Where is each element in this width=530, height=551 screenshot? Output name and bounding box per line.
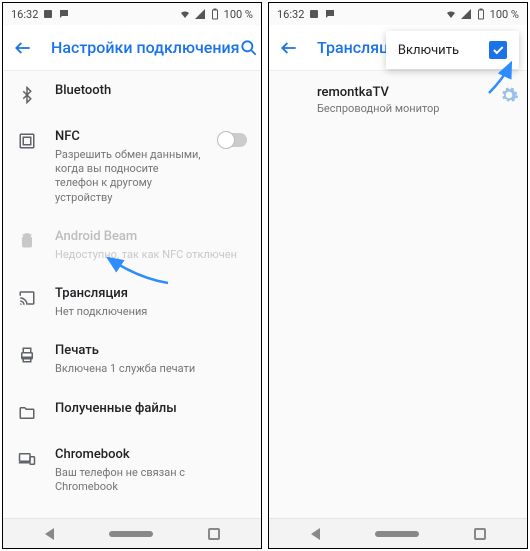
- cast-device-row[interactable]: remontkaTV Беспроводной монитор: [269, 71, 527, 125]
- row-chromebook[interactable]: Chromebook Ваш телефон не связан с Chrom…: [3, 435, 261, 506]
- phone-right: 16:32 100 % Трансляция Вк: [268, 2, 528, 549]
- status-bar: 16:32 100 %: [3, 3, 261, 25]
- back-button[interactable]: [279, 38, 299, 58]
- app-bar: Настройки подключения: [3, 25, 261, 71]
- android-icon: [17, 231, 37, 251]
- signal-icon: [460, 8, 472, 20]
- status-bar: 16:32 100 %: [269, 3, 527, 25]
- status-time: 16:32: [277, 8, 304, 21]
- nav-recent-button[interactable]: [208, 528, 220, 540]
- nav-home-button[interactable]: [109, 531, 153, 537]
- row-print[interactable]: Печать Включена 1 служба печати: [3, 331, 261, 388]
- device-subtitle: Беспроводной монитор: [317, 102, 439, 115]
- row-title: Android Beam: [55, 229, 247, 246]
- settings-list: Bluetooth NFC Разрешить обмен данными, к…: [3, 71, 261, 518]
- row-title: Bluetooth: [55, 83, 247, 100]
- devices-icon: [17, 449, 37, 469]
- row-subtitle: Нет подключения: [55, 305, 247, 319]
- gear-icon[interactable]: [499, 85, 519, 105]
- nav-home-button[interactable]: [375, 531, 419, 537]
- enable-checkbox[interactable]: [489, 41, 507, 59]
- nav-bar: [3, 518, 261, 548]
- row-title: Печать: [55, 343, 247, 360]
- wifi-icon: [179, 8, 191, 20]
- nfc-icon: [17, 131, 37, 151]
- print-icon: [17, 345, 37, 365]
- row-subtitle: Разрешить обмен данными, когда вы поднос…: [55, 148, 201, 205]
- row-title: Полученные файлы: [55, 401, 247, 418]
- status-battery: 100 %: [224, 8, 253, 21]
- folder-icon: [17, 403, 37, 423]
- row-android-beam: Android Beam Недоступно, так как NFC отк…: [3, 217, 261, 274]
- row-title: Chromebook: [55, 447, 247, 464]
- wifi-icon: [445, 8, 457, 20]
- nav-bar: [269, 518, 527, 548]
- cast-list: remontkaTV Беспроводной монитор: [269, 71, 527, 518]
- nfc-toggle[interactable]: [219, 133, 247, 147]
- cast-icon: [17, 288, 37, 308]
- back-button[interactable]: [13, 38, 33, 58]
- nav-back-button[interactable]: [45, 528, 54, 540]
- bluetooth-icon: [17, 85, 37, 105]
- row-title: NFC: [55, 129, 201, 146]
- row-nfc[interactable]: NFC Разрешить обмен данными, когда вы по…: [3, 117, 261, 217]
- row-title: Трансляция: [55, 286, 247, 303]
- device-title: remontkaTV: [317, 85, 439, 100]
- row-cast[interactable]: Трансляция Нет подключения: [3, 274, 261, 331]
- row-subtitle: Недоступно, так как NFC отключен: [55, 248, 247, 262]
- screenshot-icon: [42, 8, 54, 20]
- notification-icon: [324, 8, 336, 20]
- status-time: 16:32: [11, 8, 38, 21]
- popup-label: Включить: [398, 43, 459, 58]
- notification-icon: [58, 8, 70, 20]
- page-title: Настройки подключения: [51, 38, 239, 57]
- nav-recent-button[interactable]: [474, 528, 486, 540]
- search-button[interactable]: [239, 38, 259, 58]
- row-subtitle: Ваш телефон не связан с Chromebook: [55, 466, 247, 495]
- signal-icon: [194, 8, 206, 20]
- row-subtitle: Включена 1 служба печати: [55, 362, 247, 376]
- battery-icon: [209, 8, 221, 20]
- status-battery: 100 %: [490, 8, 519, 21]
- phone-left: 16:32 100 % Настройки подключения: [2, 2, 262, 549]
- screenshot-icon: [308, 8, 320, 20]
- nav-back-button[interactable]: [311, 528, 320, 540]
- row-bluetooth[interactable]: Bluetooth: [3, 71, 261, 117]
- enable-popup: Включить: [386, 31, 519, 69]
- battery-icon: [475, 8, 487, 20]
- row-received-files[interactable]: Полученные файлы: [3, 389, 261, 435]
